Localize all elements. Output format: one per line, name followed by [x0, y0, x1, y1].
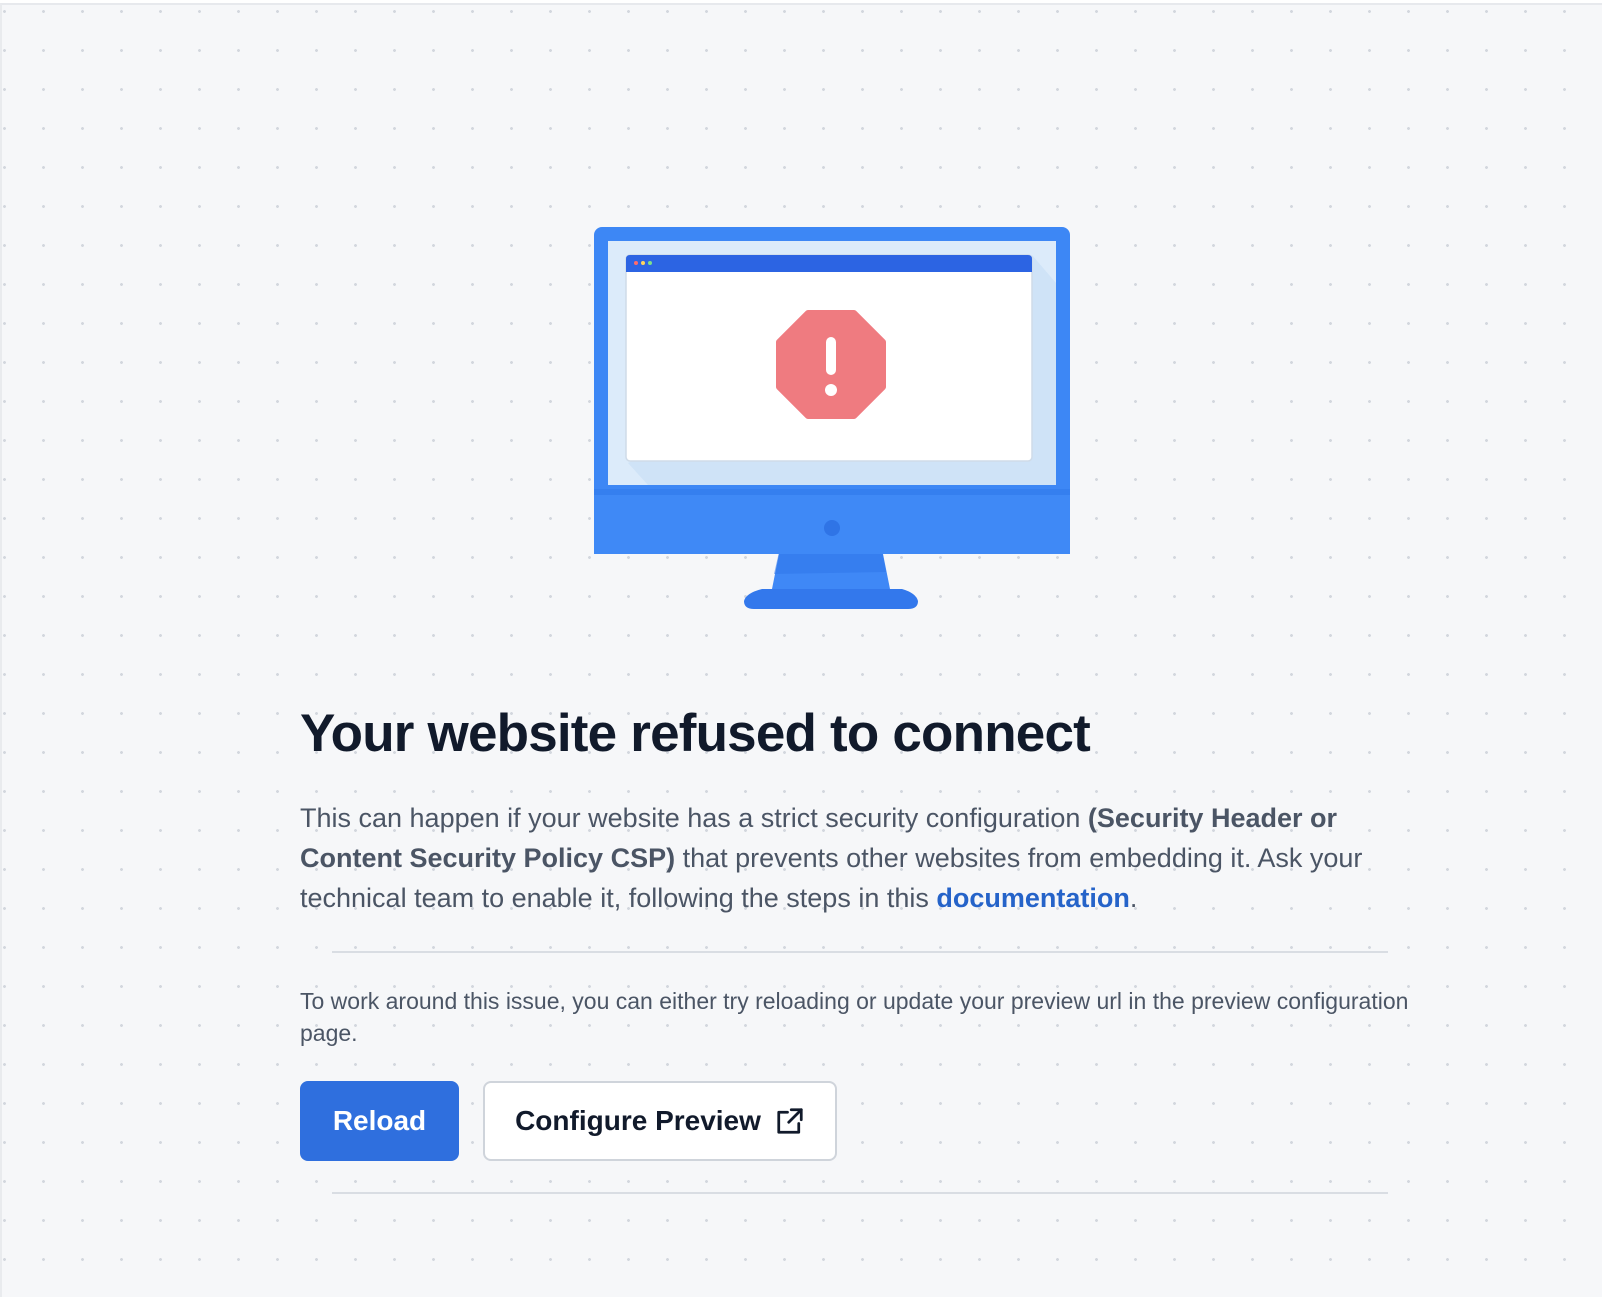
error-content: Your website refused to connect This can… [300, 702, 1420, 918]
description-text: . [1129, 882, 1138, 913]
browser-title-bar [626, 255, 1032, 272]
reload-button[interactable]: Reload [300, 1081, 459, 1161]
documentation-link[interactable]: documentation [936, 883, 1130, 913]
workaround-text: To work around this issue, you can eithe… [300, 988, 1409, 1046]
external-link-icon [775, 1106, 805, 1136]
configure-preview-label: Configure Preview [515, 1105, 761, 1136]
description-text: This can happen if your website has a st… [300, 802, 1088, 833]
divider [332, 1192, 1388, 1194]
monitor-error-illustration [594, 227, 1070, 609]
exclamation-octagon-icon [776, 310, 886, 419]
configure-preview-button[interactable]: Configure Preview [483, 1081, 837, 1161]
monitor-stand-base [744, 589, 918, 609]
page-title: Your website refused to connect [300, 704, 1091, 763]
monitor-power-dot [824, 520, 840, 536]
error-page: Your website refused to connect This can… [0, 3, 1602, 1297]
action-buttons: Reload Configure Preview [300, 1081, 837, 1161]
divider [332, 951, 1388, 953]
error-description: This can happen if your website has a st… [300, 798, 1415, 918]
